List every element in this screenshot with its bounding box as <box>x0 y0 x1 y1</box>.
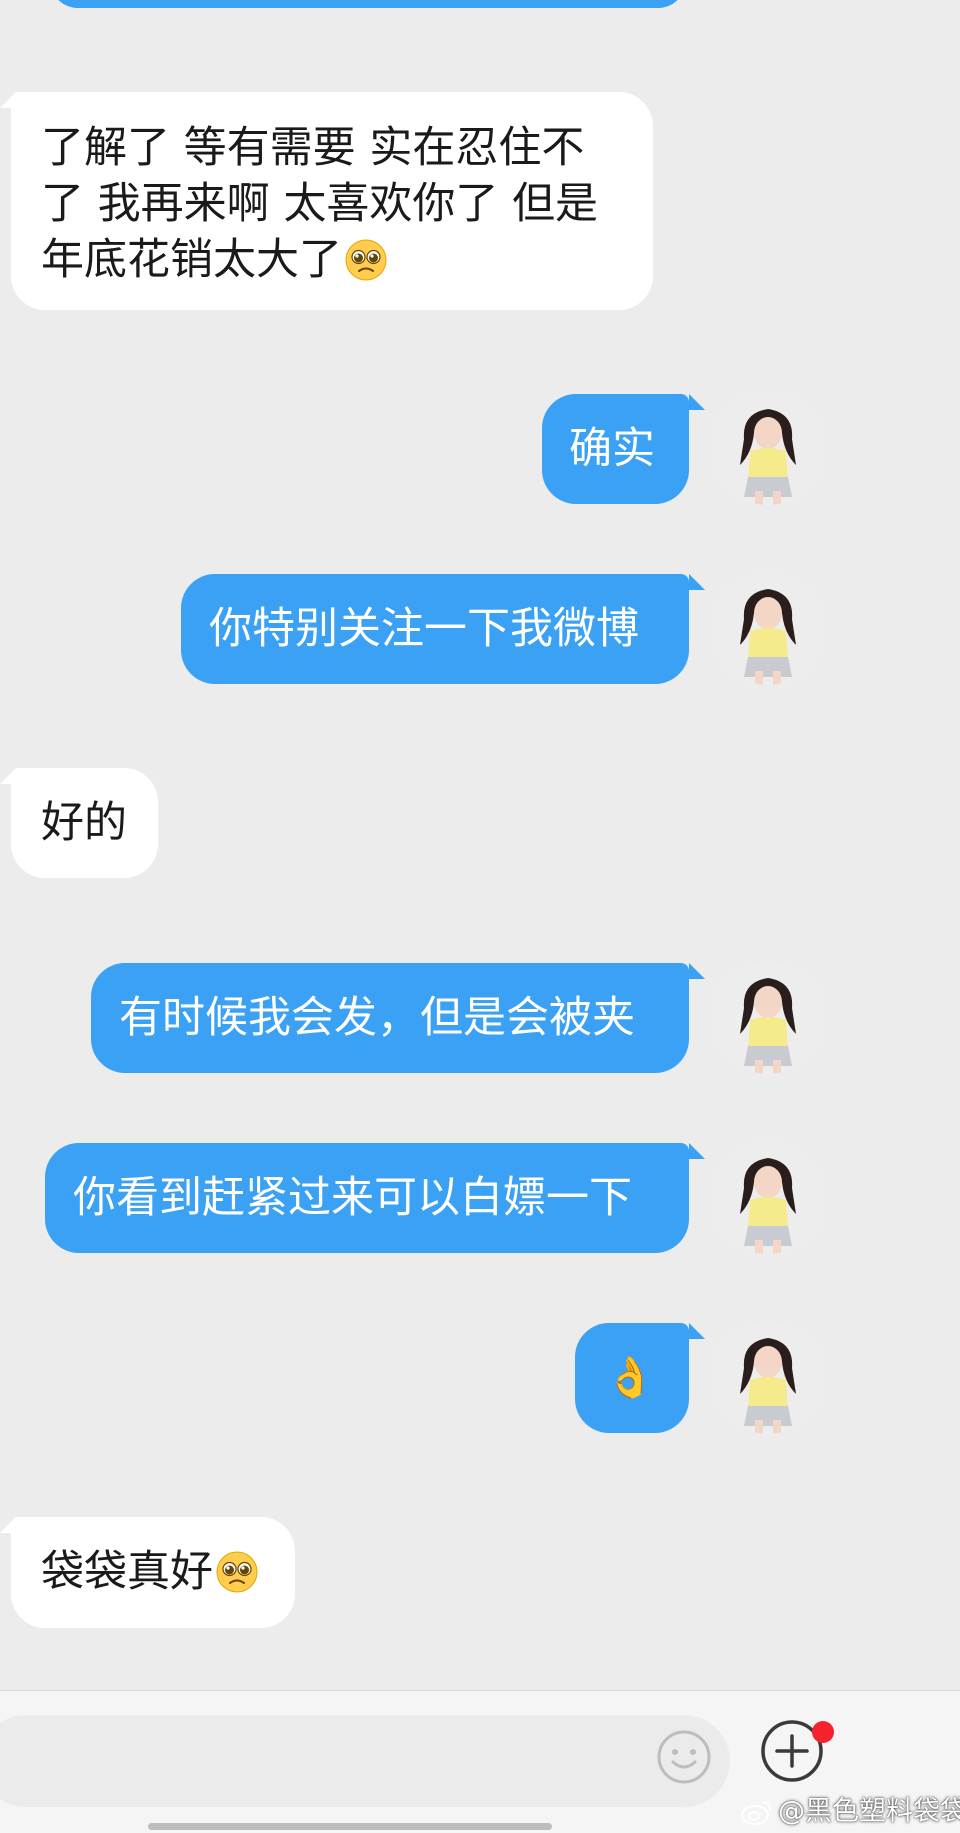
message-bubble[interactable]: 你看到赶紧过来可以白嫖一下 <box>45 1143 689 1253</box>
message-bubble[interactable]: 了解了 等有需要 实在忍住不了 我再来啊 太喜欢你了 但是年底花销太大了 <box>11 92 653 310</box>
message-text: 袋袋真好 <box>41 1547 213 1597</box>
message-text: 了解了 等有需要 实在忍住不了 我再来啊 太喜欢你了 但是年底花销太大了 <box>41 123 599 285</box>
message-text: 好的 <box>41 798 127 848</box>
notification-dot <box>812 1721 834 1743</box>
bubble-tail <box>689 394 705 410</box>
avatar-image <box>712 573 824 685</box>
user-avatar[interactable] <box>712 962 824 1074</box>
message-text: 你特别关注一下我微博 <box>209 604 639 654</box>
message-text: 确实 <box>569 424 655 474</box>
pleading-face-icon <box>345 239 387 281</box>
bubble-tail <box>689 1143 705 1159</box>
watermark-text: @黑色塑料袋袋 <box>778 1796 960 1827</box>
message-bubble[interactable]: 袋袋真好 <box>11 1517 295 1628</box>
message-bubble[interactable]: 👌 <box>575 1323 689 1433</box>
bubble-tail <box>689 574 705 590</box>
message-bubble[interactable]: 好的 <box>11 768 158 878</box>
user-avatar[interactable] <box>712 1322 824 1434</box>
home-indicator[interactable] <box>148 1823 552 1830</box>
message-text: 你看到赶紧过来可以白嫖一下 <box>73 1173 632 1223</box>
user-avatar[interactable] <box>712 393 824 505</box>
message-bubble[interactable]: 确实 <box>542 394 689 504</box>
message-input[interactable] <box>0 1715 730 1807</box>
watermark: @黑色塑料袋袋 <box>740 1795 960 1829</box>
avatar-image <box>712 393 824 505</box>
emoji-button[interactable] <box>654 1727 714 1787</box>
pleading-face-icon <box>216 1551 258 1593</box>
avatar-image <box>712 962 824 1074</box>
chat-input-bar: @黑色塑料袋袋 <box>0 1690 960 1833</box>
smiley-icon <box>657 1730 711 1784</box>
weibo-logo-icon <box>741 1801 771 1825</box>
message-text: 有时候我会发，但是会被夹 <box>119 993 635 1043</box>
chat-message-list[interactable]: 了解了 等有需要 实在忍住不了 我再来啊 太喜欢你了 但是年底花销太大了 确实 … <box>0 0 960 1690</box>
avatar-image <box>712 1322 824 1434</box>
bubble-tail <box>689 1323 705 1339</box>
bubble-tail <box>689 963 705 979</box>
user-avatar[interactable] <box>712 1142 824 1254</box>
message-bubble-partial[interactable] <box>50 0 686 8</box>
avatar-image <box>712 1142 824 1254</box>
ok-hand-emoji: 👌 <box>605 1355 655 1401</box>
message-bubble[interactable]: 你特别关注一下我微博 <box>181 574 689 684</box>
message-bubble[interactable]: 有时候我会发，但是会被夹 <box>91 963 689 1073</box>
user-avatar[interactable] <box>712 573 824 685</box>
